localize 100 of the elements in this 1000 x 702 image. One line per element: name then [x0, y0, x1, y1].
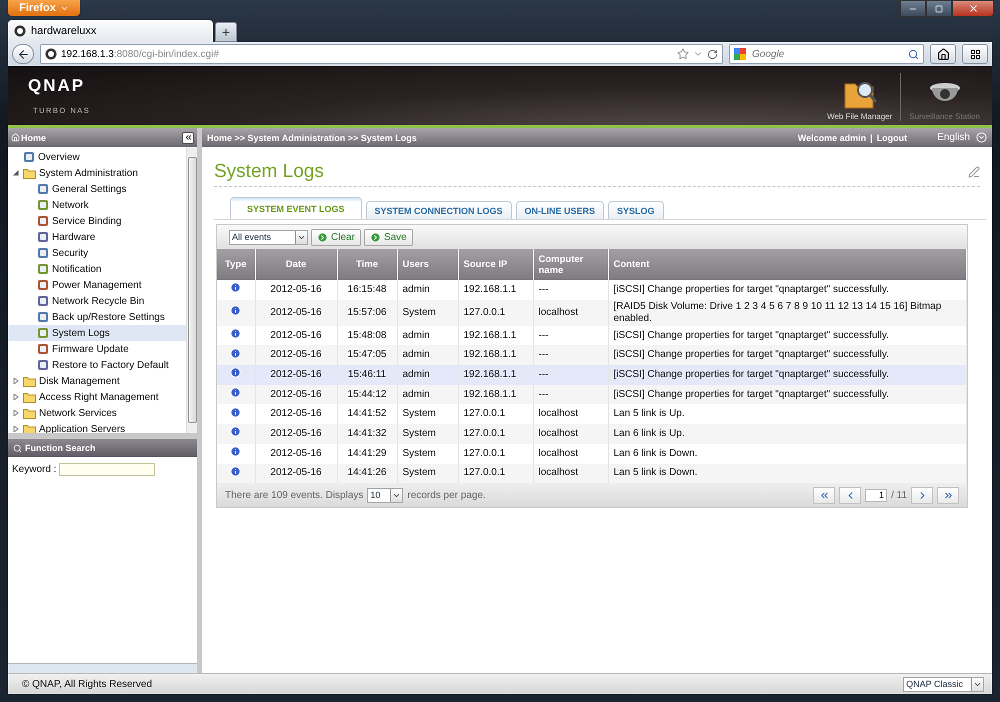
function-search-header: Function Search — [8, 439, 197, 457]
welcome-text: Welcome admin — [798, 132, 866, 142]
info-icon — [230, 446, 242, 458]
column-header: Source IP — [458, 249, 533, 280]
tree-item[interactable]: Network Recycle Bin — [8, 293, 186, 309]
app-shortcut[interactable]: Web File Manager — [825, 78, 894, 121]
close-icon — [968, 3, 978, 14]
info-icon — [230, 348, 242, 359]
settings-page-icon — [37, 359, 49, 371]
tree-item[interactable]: Firmware Update — [8, 341, 186, 357]
page-field[interactable]: 1 — [865, 488, 888, 502]
table-row[interactable]: 2012-05-16 14:41:32 System 127.0.0.1 localhost Lan 6 link is Up. — [217, 424, 966, 444]
settings-page-icon — [37, 199, 49, 211]
edit-icon[interactable] — [968, 166, 980, 178]
search-field[interactable]: Google — [729, 44, 924, 64]
settings-page-icon — [37, 279, 49, 291]
settings-page-icon — [23, 151, 35, 163]
tree-item[interactable]: Disk Management — [8, 373, 186, 389]
tab[interactable]: ON-LINE USERS — [516, 201, 604, 219]
address-bar[interactable]: 192.168.1.3:8080/cgi-bin/index.cgi# — [40, 44, 723, 64]
collapsed-arrow-icon[interactable] — [13, 378, 19, 384]
back-button[interactable] — [12, 44, 34, 64]
info-icon — [230, 282, 242, 294]
tree-item[interactable]: Security — [8, 245, 186, 261]
table-row[interactable]: 2012-05-16 15:47:05 admin 192.168.1.1 --- [iSCSI] Change properties for target "qnaptarget" successfully. — [217, 345, 966, 366]
info-icon — [230, 305, 242, 316]
tree-item[interactable]: Service Binding — [8, 213, 186, 229]
site-icon — [14, 25, 26, 37]
tree-item[interactable]: Network — [8, 197, 186, 213]
reload-icon[interactable] — [707, 48, 718, 60]
last-page-button[interactable] — [937, 486, 959, 504]
tree-item[interactable]: General Settings — [8, 181, 186, 197]
dropdown-icon — [976, 132, 987, 143]
language-select[interactable]: English — [937, 132, 987, 143]
table-row[interactable]: 2012-05-16 14:41:26 System 127.0.0.1 localhost Lan 5 link is Down. — [217, 464, 966, 484]
browser-tab[interactable]: hardwareluxx — [8, 20, 213, 42]
logo: QNAP — [28, 76, 86, 96]
toolbar-button[interactable]: Save — [364, 228, 413, 246]
table-row[interactable]: 2012-05-16 15:46:11 admin 192.168.1.1 --- [iSCSI] Change properties for target "qnaptarget" successfully. — [217, 365, 966, 385]
close-button[interactable] — [952, 0, 994, 17]
tree-item[interactable]: Overview — [8, 149, 186, 165]
folder-icon — [23, 376, 36, 386]
table-row[interactable]: 2012-05-16 15:57:06 System 127.0.0.1 localhost [RAID5 Disk Volume: Drive 1 2 3 4 5 6 7 8 9 10 11 12 13 14 15 16] Bitmap enabled. — [217, 300, 966, 326]
table-row[interactable]: 2012-05-16 14:41:52 System 127.0.0.1 localhost Lan 5 link is Up. — [217, 404, 966, 424]
maximize-button[interactable] — [926, 0, 952, 17]
column-header: Users — [397, 249, 458, 280]
tree-item[interactable]: System Administration — [8, 165, 186, 181]
home-link[interactable]: Home — [11, 132, 46, 142]
info-icon — [230, 406, 242, 418]
table-row[interactable]: 2012-05-16 16:15:48 admin 192.168.1.1 --- [iSCSI] Change properties for target "qnaptarget" successfully. — [217, 280, 966, 300]
folder-icon — [23, 168, 36, 178]
tree-item[interactable]: Access Right Management — [8, 389, 186, 405]
collapse-button[interactable] — [182, 132, 194, 144]
tree-item[interactable]: Network Services — [8, 405, 186, 421]
collapsed-arrow-icon[interactable] — [13, 394, 19, 400]
tree-item[interactable]: System Logs — [8, 325, 186, 341]
maximize-icon — [935, 4, 943, 12]
tab[interactable]: SYSTEM CONNECTION LOGS — [366, 201, 512, 219]
toolbar-button[interactable]: Clear — [311, 228, 361, 246]
settings-page-icon — [37, 215, 49, 227]
info-icon — [230, 466, 242, 477]
keyword-label: Keyword : — [12, 464, 56, 475]
info-icon — [230, 387, 242, 398]
settings-page-icon — [37, 327, 49, 339]
tree-item[interactable]: Power Management — [8, 277, 186, 293]
column-header: Type — [217, 249, 255, 280]
settings-page-icon — [37, 247, 49, 259]
settings-page-icon — [37, 343, 49, 355]
tab[interactable]: SYSLOG — [608, 201, 664, 219]
theme-select[interactable]: QNAP Classic — [903, 676, 984, 692]
tree-item[interactable]: Hardware — [8, 229, 186, 245]
addon-button[interactable] — [962, 44, 988, 64]
next-page-button[interactable] — [911, 486, 933, 504]
scrollbar[interactable] — [186, 147, 197, 433]
separator: | — [870, 132, 873, 142]
settings-page-icon — [37, 231, 49, 243]
per-page-select[interactable]: 10 — [367, 488, 404, 503]
expanded-arrow-icon[interactable] — [13, 170, 19, 176]
logout-link[interactable]: Logout — [876, 132, 908, 142]
double-chevron-icon — [184, 133, 192, 142]
site-icon — [45, 48, 57, 60]
info-icon — [230, 426, 242, 438]
bookmark-star-icon[interactable] — [677, 48, 689, 60]
search-icon[interactable] — [908, 48, 919, 60]
collapsed-arrow-icon[interactable] — [13, 426, 19, 432]
search-engine-icon — [734, 48, 746, 60]
tree-item[interactable]: Notification — [8, 261, 186, 277]
table-row[interactable]: 2012-05-16 15:48:08 admin 192.168.1.1 --- [iSCSI] Change properties for target "qnaptarget" successfully. — [217, 326, 966, 346]
tree-item[interactable]: Back up/Restore Settings — [8, 309, 186, 325]
event-filter-select[interactable]: All events — [229, 230, 308, 244]
collapsed-arrow-icon[interactable] — [13, 410, 19, 416]
tree-item[interactable]: Restore to Factory Default — [8, 357, 186, 373]
home-button[interactable] — [930, 44, 956, 64]
table-row[interactable]: 2012-05-16 15:44:12 admin 192.168.1.1 --- [iSCSI] Change properties for target "qnaptarget" successfully. — [217, 384, 966, 404]
previous-page-button[interactable] — [839, 486, 862, 504]
keyword-field[interactable] — [59, 463, 156, 476]
table-row[interactable]: 2012-05-16 14:41:29 System 127.0.0.1 localhost Lan 6 link is Down. — [217, 444, 966, 464]
new-tab-button[interactable]: + — [215, 22, 237, 42]
settings-page-icon — [37, 183, 49, 195]
first-page-button[interactable] — [813, 486, 836, 504]
